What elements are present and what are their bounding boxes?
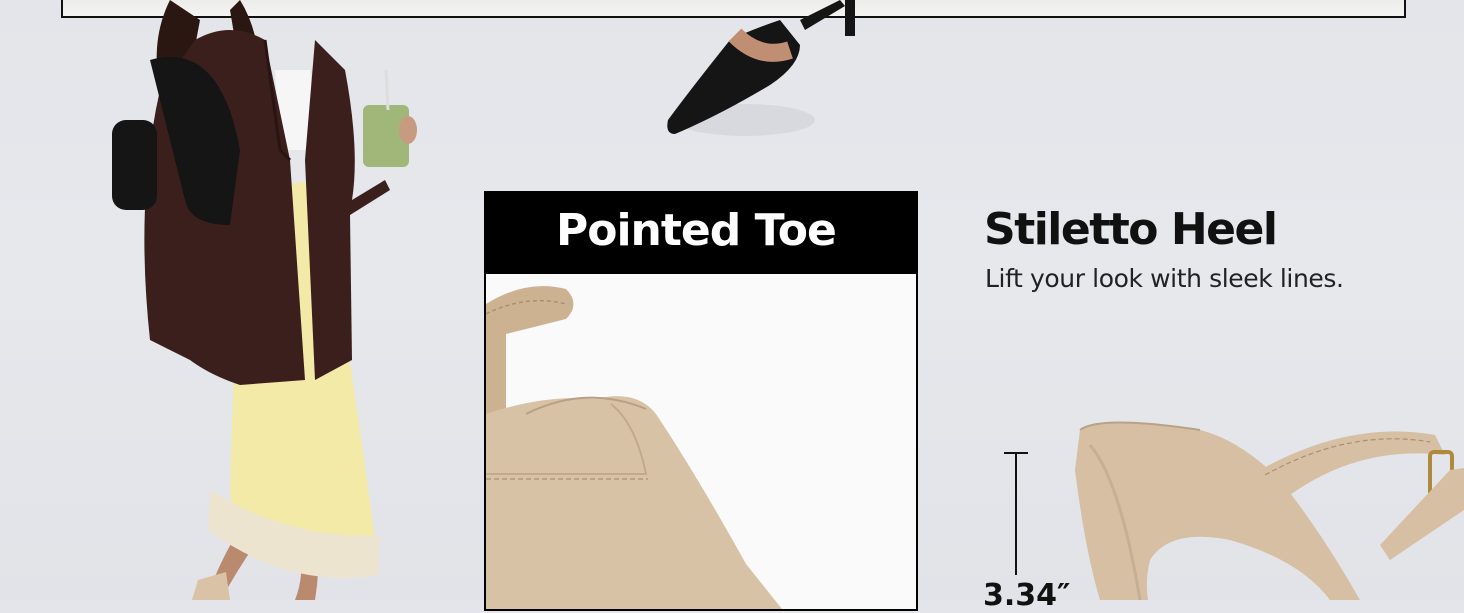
- pointed-toe-title: Pointed Toe: [556, 205, 837, 256]
- stiletto-heel-photo: [1075, 421, 1464, 600]
- pointed-toe-panel: Pointed Toe: [484, 191, 918, 611]
- heel-height-indicator: [1004, 452, 1028, 575]
- black-heel-photo: [667, 0, 855, 136]
- pointed-toe-photo: [486, 274, 916, 609]
- pointed-toe-header: Pointed Toe: [486, 193, 916, 274]
- stiletto-heel-subtitle: Lift your look with sleek lines.: [985, 264, 1344, 293]
- stiletto-heel-title: Stiletto Heel: [984, 204, 1278, 255]
- heel-height-label: 3.34″: [983, 578, 1071, 613]
- model-photo: [112, 0, 417, 600]
